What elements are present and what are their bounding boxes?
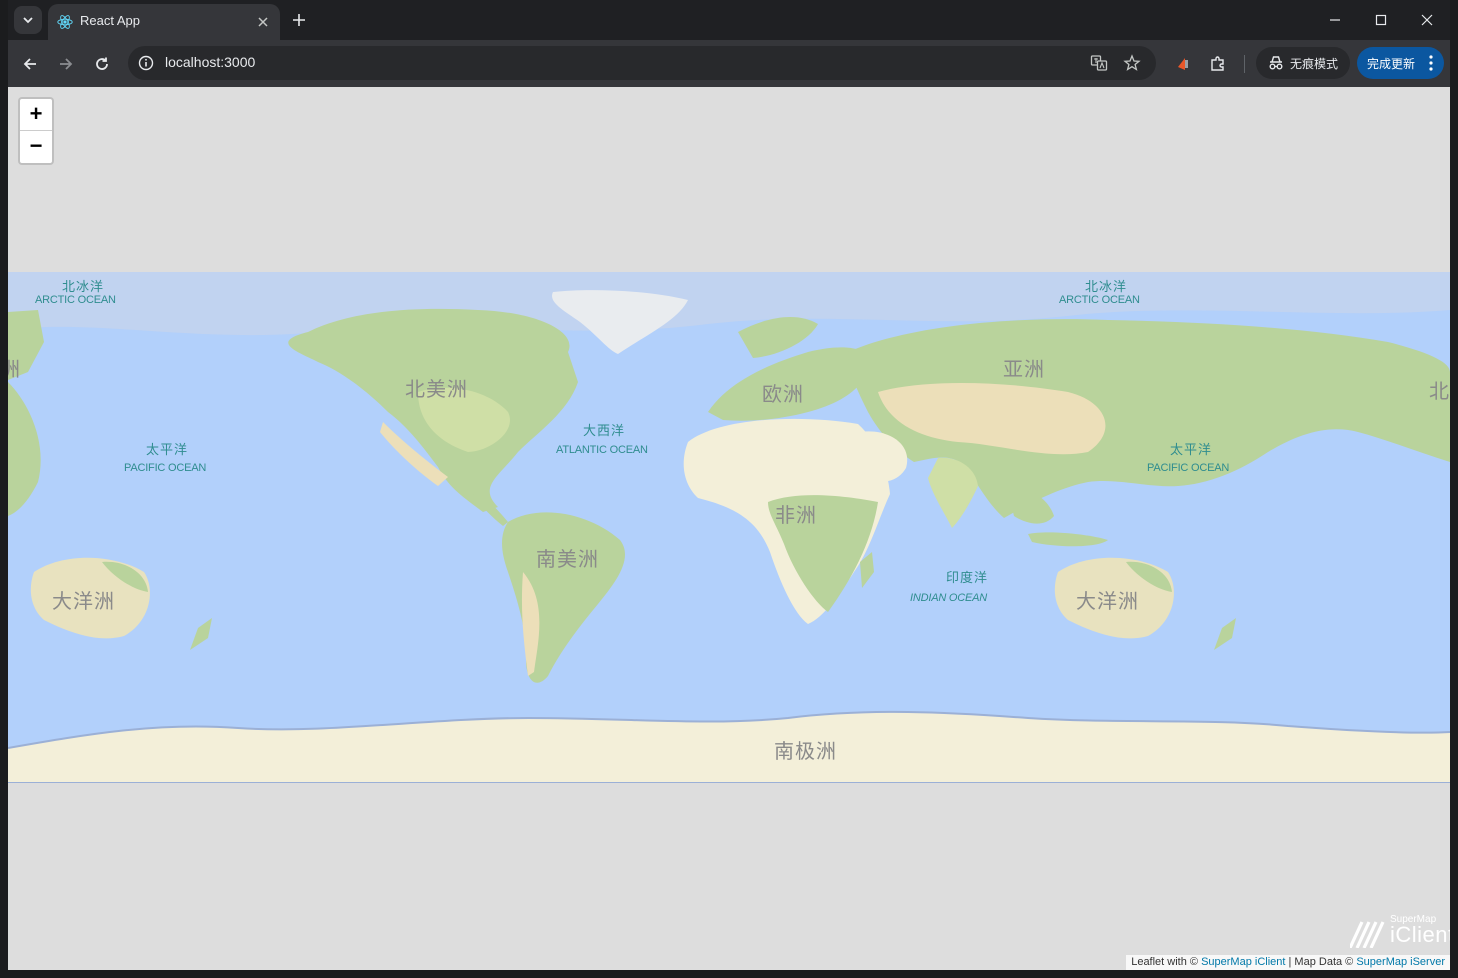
tab-close-button[interactable] [254,13,272,31]
reload-button[interactable] [89,51,115,77]
continent-label-oceania-left: 大洋洲 [52,589,115,613]
continent-label-africa: 非洲 [775,503,817,527]
tab-react-app[interactable]: React App [48,4,280,40]
chevron-down-icon [23,17,33,24]
bookmark-button[interactable] [1121,52,1143,74]
zoom-out-button[interactable]: − [20,130,52,162]
continent-label-north-america: 北美洲 [405,377,468,401]
translate-icon [1090,55,1108,71]
ocean-label-arctic-left-zh: 北冰洋 [62,280,105,295]
continent-label-asia: 亚洲 [1003,357,1045,381]
tab-strip: React App [8,0,1450,40]
zoom-control: + − [18,97,54,165]
ocean-label-indian-zh: 印度洋 [946,571,989,586]
plus-icon [293,14,305,26]
incognito-indicator[interactable]: 无痕模式 [1256,47,1350,79]
tab-title: React App [80,13,140,28]
logo-big-text: iClient [1390,922,1450,947]
ocean-label-arctic-right-zh: 北冰洋 [1085,280,1128,295]
forward-button[interactable] [53,51,79,77]
ocean-label-pacific-right-en: PACIFIC OCEAN [1147,462,1230,474]
maximize-icon [1375,14,1387,26]
minimize-button[interactable] [1323,8,1347,32]
back-button[interactable] [17,51,43,77]
extensions-menu-button[interactable] [1206,52,1230,76]
map-container[interactable]: + − 北美洲 南美洲 欧洲 非洲 亚洲 大洋洲 南极洲 大洋洲 洲 北 北冰洋… [8,87,1450,970]
update-label: 完成更新 [1367,57,1416,71]
continent-label-antarctica: 南极洲 [774,739,837,763]
maximize-button[interactable] [1369,8,1393,32]
incognito-icon [1269,56,1283,70]
arrow-left-icon [23,58,36,70]
ocean-label-atlantic-zh: 大西洋 [583,424,626,439]
site-info-button[interactable] [134,51,158,75]
window-edge [1451,0,1458,978]
continent-label-oceania-right: 大洋洲 [1076,589,1139,613]
url-text: localhost:3000 [165,54,256,70]
supermap-iclient-logo[interactable]: SuperMap iClient [1350,914,1450,950]
more-vert-icon [1429,55,1433,71]
ocean-label-arctic-right-en: ARCTIC OCEAN [1059,294,1140,306]
continent-label-north-america-wrap: 北 [1429,379,1450,403]
translate-button[interactable] [1088,52,1110,74]
info-icon [138,55,154,71]
ocean-label-pacific-right-zh: 太平洋 [1170,443,1213,458]
ocean-label-atlantic-en: ATLANTIC OCEAN [556,444,648,456]
new-tab-button[interactable] [288,9,310,31]
supermap-iclient-link[interactable]: SuperMap iClient [1201,956,1285,968]
continent-label-asia-wrap: 洲 [8,357,21,381]
incognito-label: 无痕模式 [1290,57,1339,71]
arrow-right-icon [60,58,73,70]
tab-search-button[interactable] [14,6,42,34]
browser-toolbar: localhost:3000 无痕模式 完成更新 [8,40,1450,87]
reload-icon [96,57,108,70]
continent-label-europe: 欧洲 [762,382,804,406]
minimize-icon [1330,19,1340,21]
map-attribution: Leaflet with © SuperMap iClient | Map Da… [1126,955,1450,970]
ocean-label-indian-en: INDIAN OCEAN [910,592,988,604]
address-bar[interactable]: localhost:3000 [128,46,1156,80]
browser-window: React App localhost:3000 无痕模式 完成更新 + − 北… [8,0,1450,970]
ocean-label-pacific-left-en: PACIFIC OCEAN [124,462,207,474]
star-icon [1123,54,1141,71]
continent-label-south-america: 南美洲 [536,547,599,571]
extension-button[interactable] [1171,52,1195,76]
supermap-iserver-link[interactable]: SuperMap iServer [1356,956,1445,968]
close-window-button[interactable] [1415,8,1439,32]
ocean-label-pacific-left-zh: 太平洋 [146,443,189,458]
attribution-prefix: Leaflet with © [1131,956,1202,968]
world-map-tile[interactable] [8,272,1450,783]
puzzle-icon [1211,56,1224,71]
extension-logo-icon [1178,58,1188,70]
close-icon [258,17,268,27]
react-logo-icon [57,15,73,29]
update-button[interactable]: 完成更新 [1357,47,1444,79]
attribution-middle: | Map Data © [1285,956,1357,968]
zoom-in-button[interactable]: + [20,99,52,130]
close-icon [1421,14,1433,26]
ocean-label-arctic-left-en: ARCTIC OCEAN [35,294,116,306]
supermap-logo-icon [1350,921,1385,948]
toolbar-separator [1244,55,1245,73]
